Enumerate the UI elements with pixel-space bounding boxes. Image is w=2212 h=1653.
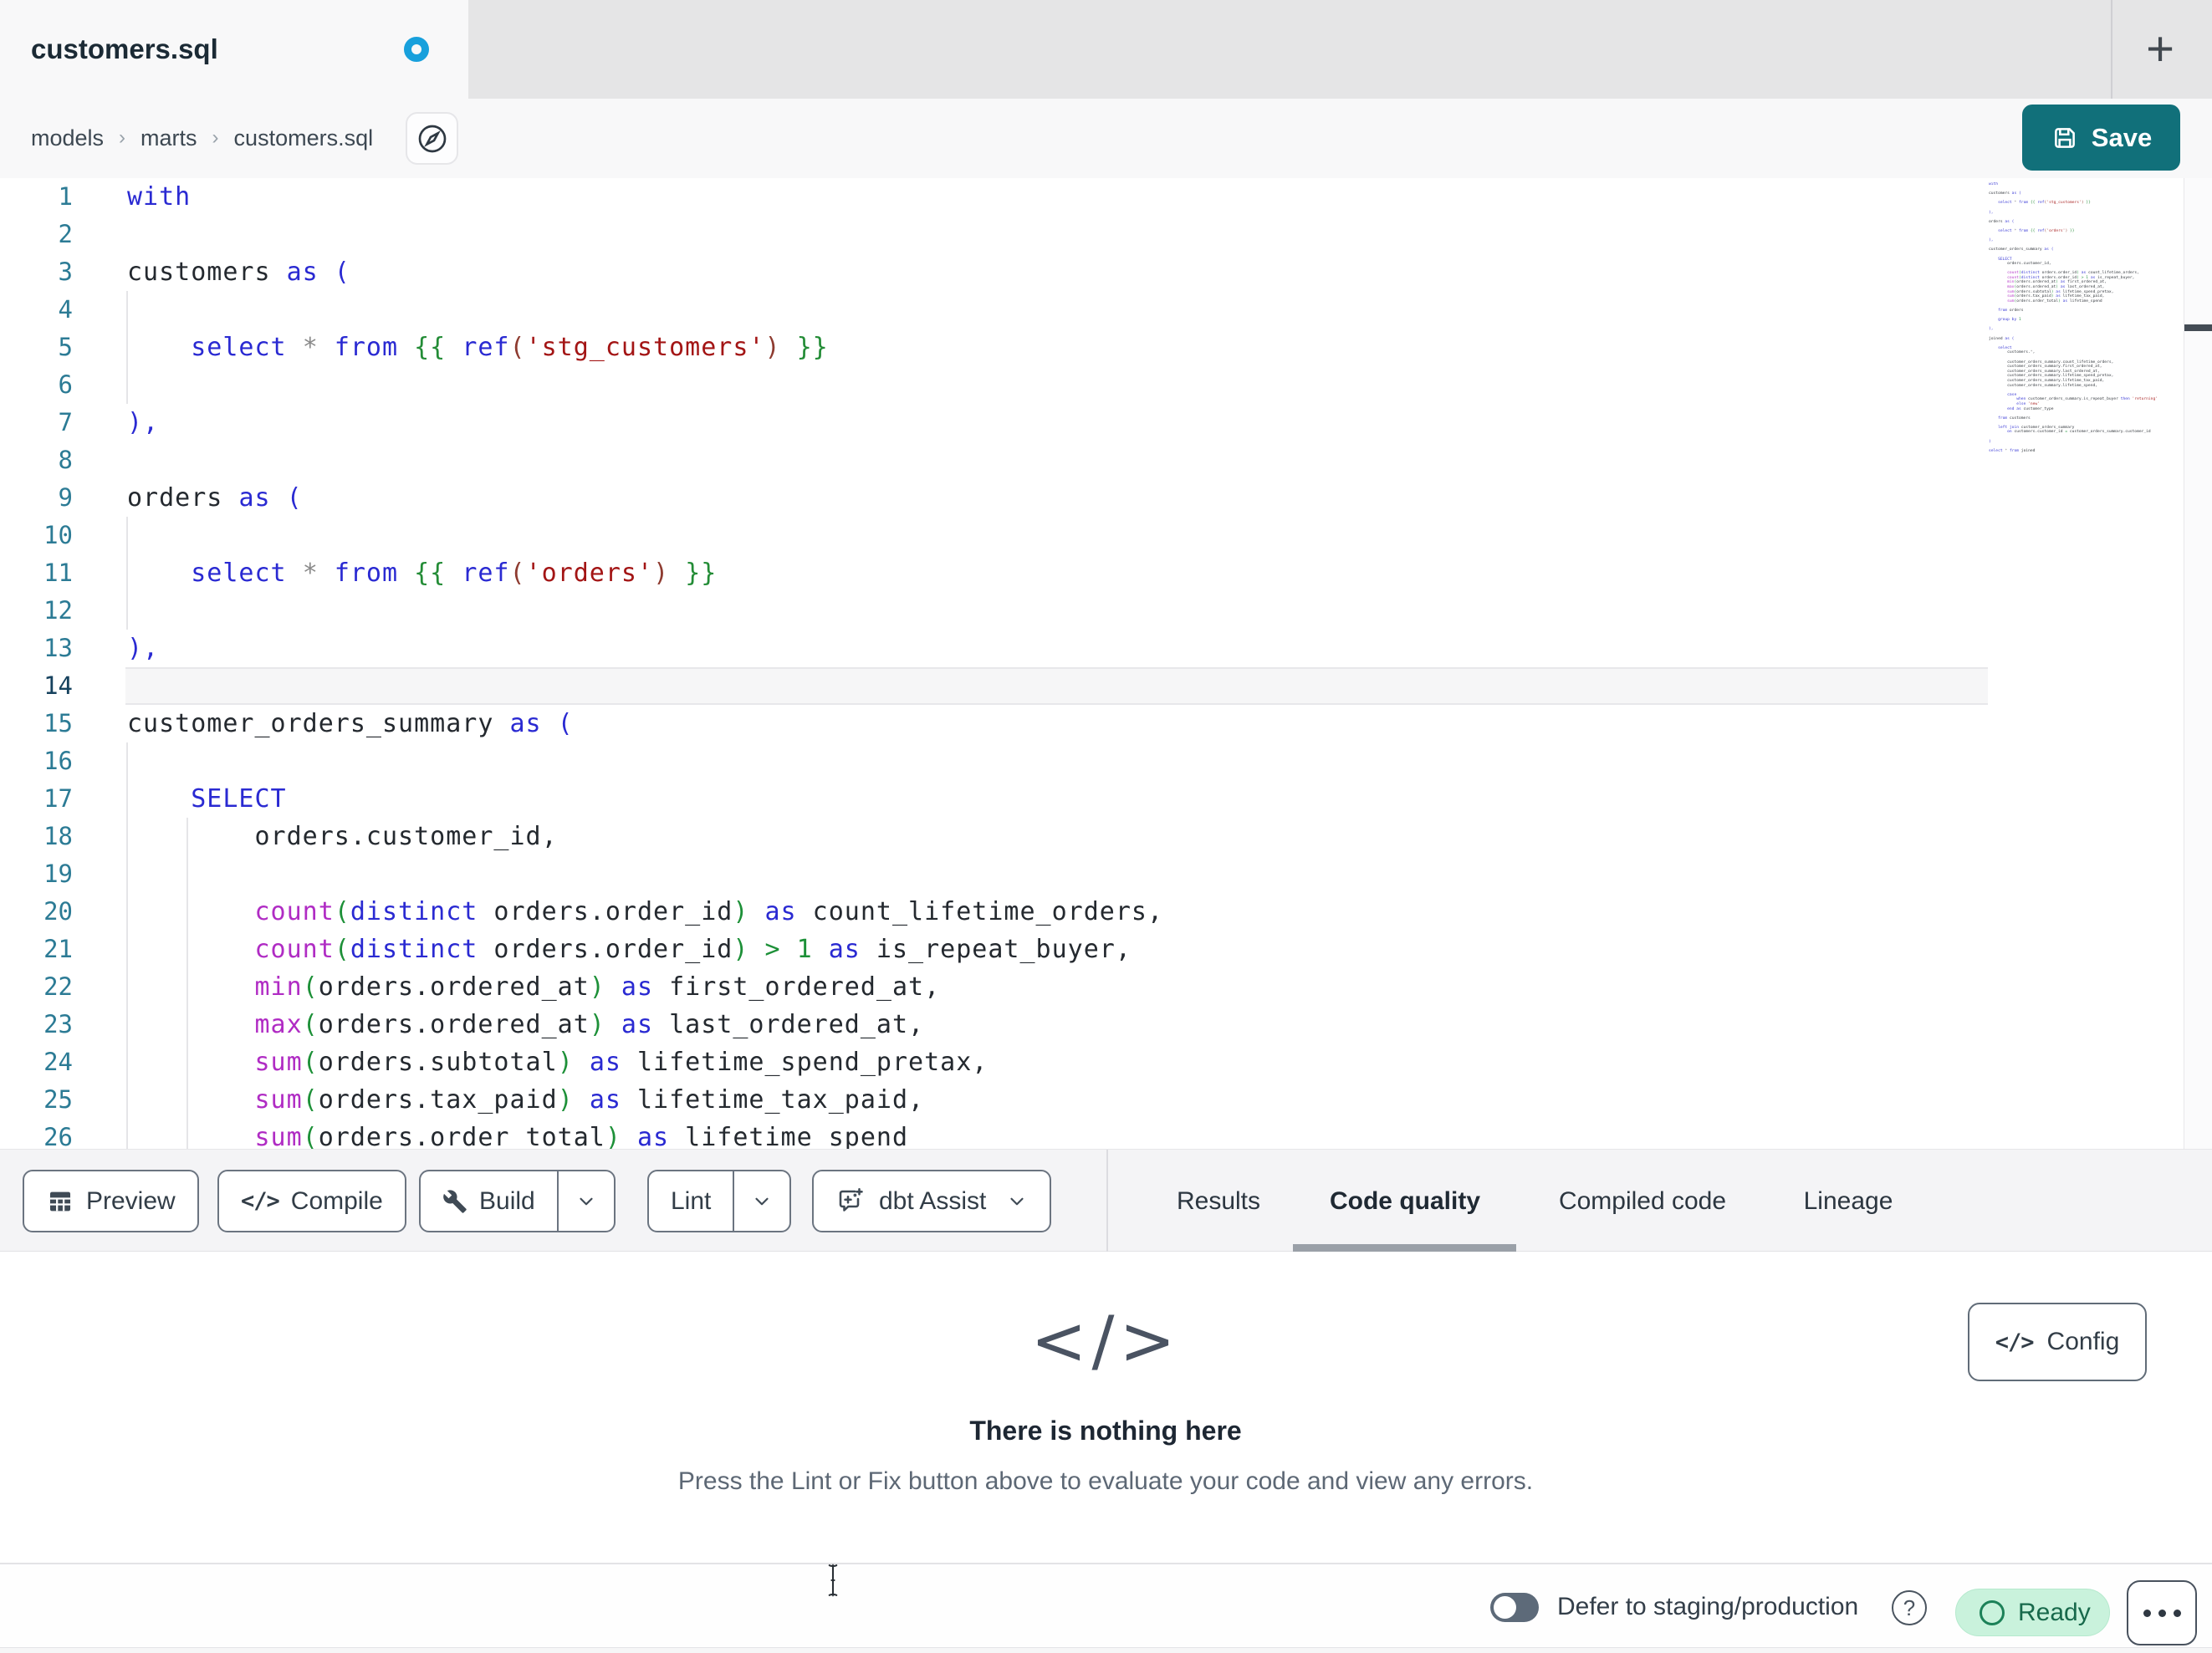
breadcrumb: models › marts › customers.sql xyxy=(31,99,373,178)
code-line[interactable]: ), xyxy=(0,404,1982,441)
code-line[interactable]: select * from {{ ref('stg_customers') }} xyxy=(0,329,1982,366)
code-line[interactable] xyxy=(0,742,1982,780)
minimap[interactable]: with customers as ( select * from {{ ref(… xyxy=(1989,182,2181,453)
save-label: Save xyxy=(2091,122,2153,152)
defer-toggle[interactable] xyxy=(1490,1593,1539,1622)
code-line[interactable] xyxy=(0,592,1982,630)
lint-label: Lint xyxy=(671,1186,712,1215)
breadcrumb-row: models › marts › customers.sql Save xyxy=(0,99,2212,178)
build-label: Build xyxy=(479,1186,535,1215)
code-line[interactable]: orders.customer_id, xyxy=(0,818,1982,855)
tab-results[interactable]: Results xyxy=(1177,1150,1260,1253)
tab-lineage[interactable]: Lineage xyxy=(1804,1150,1893,1253)
code-line[interactable] xyxy=(0,517,1982,554)
code-line[interactable]: SELECT xyxy=(0,780,1982,818)
compile-label: Compile xyxy=(290,1186,383,1215)
config-button[interactable]: </> Config xyxy=(1968,1303,2147,1381)
breadcrumb-separator: › xyxy=(119,125,126,149)
code-editor[interactable]: 1 2 3 4 5 6 7 8 9 10 11 12 13 14 15 16 17 18 19 20 21 22 23 24 2… xyxy=(0,178,2212,1149)
tab-bar: customers.sql + xyxy=(0,0,2212,99)
lint-split-button: Lint xyxy=(647,1170,792,1232)
status-ring-icon xyxy=(1980,1599,2005,1625)
lint-dropdown-button[interactable] xyxy=(733,1171,789,1231)
breadcrumb-models[interactable]: models xyxy=(31,125,104,151)
code-line[interactable]: select * from {{ ref('orders') }} xyxy=(0,554,1982,592)
code-line[interactable] xyxy=(0,291,1982,329)
tab-customers-sql[interactable]: customers.sql xyxy=(0,0,468,99)
code-quality-panel: </> Config </> There is nothing here Pre… xyxy=(0,1252,2212,1563)
code-brackets-icon: </> xyxy=(1030,1302,1181,1380)
code-line[interactable]: max(orders.ordered_at) as last_ordered_a… xyxy=(0,1006,1982,1043)
code-icon: </> xyxy=(1995,1329,2035,1355)
floppy-disk-icon xyxy=(2051,124,2079,152)
window-bottom-edge xyxy=(0,1647,2212,1653)
toggle-knob xyxy=(1494,1596,1516,1619)
toolbar-divider xyxy=(1106,1150,1108,1253)
code-lines[interactable]: with customers as ( select * from {{ ref(… xyxy=(0,178,1982,1149)
code-line[interactable] xyxy=(0,855,1982,893)
overview-ruler-cursor-marker xyxy=(2184,324,2212,331)
tab-title: customers.sql xyxy=(31,33,218,64)
dbt-ide-window: customers.sql + models › marts › custome… xyxy=(0,0,2212,1653)
minimap-line: select * from joined xyxy=(1989,448,2036,453)
status-label: Ready xyxy=(2018,1598,2091,1626)
code-line[interactable]: ), xyxy=(0,630,1982,667)
help-icon[interactable]: ? xyxy=(1892,1590,1927,1625)
tab-compiled-code[interactable]: Compiled code xyxy=(1559,1150,1726,1253)
config-label: Config xyxy=(2046,1328,2120,1355)
ellipsis-icon xyxy=(2143,1609,2151,1617)
build-split-button: Build xyxy=(419,1170,616,1232)
tabbar-divider xyxy=(2111,0,2112,99)
new-tab-button[interactable]: + xyxy=(2123,0,2198,99)
code-line[interactable]: with xyxy=(0,178,1982,216)
code-line[interactable]: customer_orders_summary as ( xyxy=(0,705,1982,742)
code-line[interactable]: count(distinct orders.order_id) > 1 as i… xyxy=(0,931,1982,968)
tab-code-quality[interactable]: Code quality xyxy=(1330,1150,1480,1253)
dbt-assist-label: dbt Assist xyxy=(879,1186,987,1215)
code-line[interactable]: sum(orders.tax_paid) as lifetime_tax_pai… xyxy=(0,1081,1982,1119)
dbt-assist-button[interactable]: dbt Assist xyxy=(812,1170,1052,1232)
chevron-down-icon xyxy=(751,1191,773,1212)
code-line[interactable] xyxy=(0,366,1982,404)
code-line[interactable]: orders as ( xyxy=(0,479,1982,517)
code-line[interactable] xyxy=(0,667,1982,705)
build-button[interactable]: Build xyxy=(421,1171,557,1231)
save-button[interactable]: Save xyxy=(2022,105,2180,171)
open-in-lineage-button[interactable] xyxy=(406,112,458,165)
breadcrumb-file[interactable]: customers.sql xyxy=(234,125,374,151)
code-line[interactable]: customers as ( xyxy=(0,253,1982,291)
overview-ruler[interactable] xyxy=(2184,178,2212,1149)
code-line[interactable]: sum(orders.order_total) as lifetime_spen… xyxy=(0,1119,1982,1149)
preview-button[interactable]: Preview xyxy=(23,1170,199,1232)
code-line[interactable] xyxy=(0,441,1982,479)
code-line[interactable] xyxy=(0,216,1982,253)
preview-label: Preview xyxy=(86,1186,176,1215)
compass-icon xyxy=(416,122,449,156)
breadcrumb-separator: › xyxy=(212,125,219,149)
build-dropdown-button[interactable] xyxy=(556,1171,614,1231)
empty-state-subtitle: Press the Lint or Fix button above to ev… xyxy=(677,1467,1534,1495)
code-line[interactable]: count(distinct orders.order_id) as count… xyxy=(0,893,1982,931)
chevron-down-icon xyxy=(1006,1191,1028,1212)
status-bar: Defer to staging/production ? Ready xyxy=(0,1563,2212,1647)
breadcrumb-marts[interactable]: marts xyxy=(140,125,197,151)
empty-state-title: There is nothing here xyxy=(969,1416,1242,1446)
code-line[interactable]: min(orders.ordered_at) as first_ordered_… xyxy=(0,968,1982,1006)
more-options-button[interactable] xyxy=(2127,1580,2197,1645)
lint-button[interactable]: Lint xyxy=(649,1171,733,1231)
code-icon: </> xyxy=(241,1188,280,1214)
wrench-icon xyxy=(442,1189,467,1214)
unsaved-changes-dot-icon xyxy=(404,37,429,62)
assist-chat-sparkle-icon xyxy=(835,1186,866,1217)
status-badge: Ready xyxy=(1955,1589,2110,1636)
editor-toolbar: Preview </> Compile Build Lint dbt Assis… xyxy=(0,1149,2212,1253)
defer-label: Defer to staging/production xyxy=(1557,1593,1859,1620)
table-icon xyxy=(46,1187,74,1216)
code-line[interactable]: sum(orders.subtotal) as lifetime_spend_p… xyxy=(0,1043,1982,1081)
compile-button[interactable]: </> Compile xyxy=(217,1170,406,1232)
chevron-down-icon xyxy=(575,1191,597,1212)
